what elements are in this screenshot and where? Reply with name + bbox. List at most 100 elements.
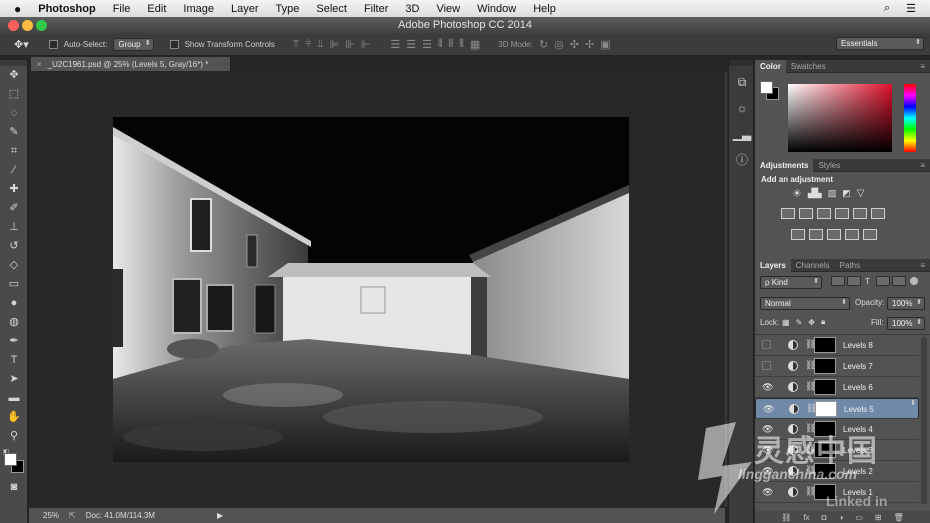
rectangle-tool-icon[interactable]: ▬	[0, 389, 28, 408]
layers-scrollbar[interactable]	[921, 337, 927, 504]
document-tab[interactable]: × _U2C1961.psd @ 25% (Levels 5, Gray/16*…	[31, 57, 231, 71]
filter-adjustment-icon[interactable]	[847, 276, 861, 286]
visibility-eye-icon[interactable]: 👁︎	[762, 446, 773, 455]
lock-pixels-icon[interactable]: ✎	[796, 318, 803, 327]
hue-saturation-icon[interactable]	[781, 208, 795, 219]
menu-filter[interactable]: Filter	[364, 3, 388, 15]
lock-position-icon[interactable]: ✥	[808, 318, 815, 327]
menu-file[interactable]: File	[113, 3, 131, 15]
quick-mask-icon[interactable]: ◙	[0, 478, 28, 497]
distribute-top-icon[interactable]: ☰	[390, 38, 400, 51]
layer-row[interactable]: 👁︎ ⛓ Levels 5	[755, 398, 919, 419]
eyedropper-tool-icon[interactable]: ⁄	[0, 161, 28, 180]
layer-mask-thumbnail[interactable]	[814, 484, 836, 500]
layer-row[interactable]: 👁︎ ⛓ Levels 1	[755, 482, 919, 503]
layer-name[interactable]: Levels 7	[843, 362, 873, 371]
fill-field[interactable]: 100%	[887, 317, 925, 330]
brightness-contrast-icon[interactable]: ☀	[792, 187, 802, 200]
crop-tool-icon[interactable]: ⌗	[0, 142, 28, 161]
3d-scale-icon[interactable]: ▣	[600, 38, 610, 51]
foreground-color-swatch[interactable]	[4, 453, 17, 466]
eraser-tool-icon[interactable]: ◇	[0, 256, 28, 275]
show-transform-checkbox[interactable]	[169, 40, 179, 49]
color-fg-swatch[interactable]	[760, 81, 773, 94]
lock-all-icon[interactable]: 🔒︎	[821, 317, 825, 327]
visibility-eye-icon[interactable]: 👁︎	[763, 405, 774, 414]
filter-shape-icon[interactable]	[875, 276, 890, 286]
move-tool-preset-icon[interactable]: ✥▾	[14, 38, 29, 51]
exposure-icon[interactable]: ◩	[842, 188, 851, 199]
layer-mask-thumbnail[interactable]	[815, 401, 837, 417]
marquee-tool-icon[interactable]: ⬚	[0, 85, 28, 104]
layer-name[interactable]: Levels 8	[843, 341, 873, 350]
new-adjustment-icon[interactable]: ◑	[838, 513, 843, 522]
menu-photoshop[interactable]: Photoshop	[38, 3, 95, 15]
layer-mask-thumbnail[interactable]	[814, 463, 836, 479]
menu-select[interactable]: Select	[316, 3, 347, 15]
add-mask-icon[interactable]: ◘	[822, 513, 827, 522]
distribute-hcenter-icon[interactable]: ⫴	[449, 38, 454, 51]
menu-edit[interactable]: Edit	[147, 3, 166, 15]
layer-mask-thumbnail[interactable]	[814, 421, 836, 437]
distribute-vcenter-icon[interactable]: ☰	[406, 38, 416, 51]
new-group-icon[interactable]: ▭	[855, 513, 863, 522]
history-brush-tool-icon[interactable]: ↺	[0, 237, 28, 256]
history-panel-icon[interactable]: ⧉	[729, 72, 755, 92]
filter-toggle-icon[interactable]	[909, 277, 918, 285]
auto-align-icon[interactable]: ▦	[470, 38, 480, 51]
visibility-eye-icon[interactable]: 👁︎	[762, 425, 773, 434]
dodge-tool-icon[interactable]: ◍	[0, 313, 28, 332]
layer-name[interactable]: Levels 2	[843, 467, 873, 476]
notification-center-icon[interactable]: ☰	[906, 2, 916, 15]
layer-kind-filter[interactable]: ρ Kind	[760, 276, 822, 289]
opacity-field[interactable]: 100%	[887, 297, 925, 310]
link-layers-icon[interactable]: ⛓	[781, 513, 791, 522]
invert-icon[interactable]	[791, 229, 805, 240]
hue-slider[interactable]	[904, 84, 916, 152]
align-hcenter-icon[interactable]: ⊪	[345, 38, 355, 51]
visibility-eye-icon[interactable]: 👁︎	[762, 488, 773, 497]
zoom-tool-icon[interactable]: ⚲	[0, 427, 28, 446]
zoom-level[interactable]: 25%	[43, 511, 59, 520]
3d-slide-icon[interactable]: ✢	[585, 38, 594, 51]
visibility-toggle-empty[interactable]	[762, 340, 771, 349]
layer-name[interactable]: Levels 1	[843, 488, 873, 497]
layer-name[interactable]: Levels 5	[844, 405, 874, 414]
adjustments-panel-menu-icon[interactable]: ≡	[920, 161, 925, 170]
layer-mask-thumbnail[interactable]	[814, 337, 836, 353]
3d-pan-icon[interactable]: ✣	[570, 38, 579, 51]
workspace-dropdown[interactable]: Essentials	[836, 37, 924, 50]
export-icon[interactable]: ⇱	[69, 511, 76, 520]
lasso-tool-icon[interactable]: ◌	[0, 104, 28, 123]
spotlight-search-icon[interactable]: ⌕	[884, 2, 890, 15]
layer-row[interactable]: 👁︎ ⛓ Levels 3	[755, 440, 919, 461]
filter-smart-object-icon[interactable]	[891, 276, 906, 286]
layer-style-icon[interactable]: fx	[803, 513, 809, 522]
healing-brush-tool-icon[interactable]: ✚	[0, 180, 28, 199]
photo-filter-icon[interactable]	[835, 208, 849, 219]
auto-select-dropdown[interactable]: Group	[113, 38, 154, 51]
vibrance-icon[interactable]: ▽	[857, 188, 865, 199]
align-vcenter-icon[interactable]: ⫩	[305, 38, 311, 51]
move-tool-icon[interactable]: ✥	[0, 66, 28, 85]
properties-panel-icon[interactable]: ☼	[729, 98, 755, 118]
filter-pixel-icon[interactable]	[831, 276, 845, 286]
layer-row[interactable]: 👁︎ ⛓ Levels 4	[755, 419, 919, 440]
layer-name[interactable]: Levels 6	[843, 383, 873, 392]
selective-color-icon[interactable]	[863, 229, 877, 240]
visibility-toggle-empty[interactable]	[762, 361, 771, 370]
color-balance-icon[interactable]	[799, 208, 813, 219]
blend-mode-dropdown[interactable]: Normal	[760, 297, 850, 310]
type-tool-icon[interactable]: T	[0, 351, 28, 370]
layer-name[interactable]: Levels 4	[843, 425, 873, 434]
distribute-left-icon[interactable]: ⫴	[438, 38, 443, 51]
new-layer-icon[interactable]: ⊞	[875, 513, 882, 522]
distribute-bottom-icon[interactable]: ☰	[422, 38, 432, 51]
layer-row[interactable]: ⛓ Levels 7	[755, 356, 919, 377]
brush-tool-icon[interactable]: ✐	[0, 199, 28, 218]
tab-swatches[interactable]: Swatches	[786, 60, 831, 73]
menu-type[interactable]: Type	[276, 3, 300, 15]
layer-mask-thumbnail[interactable]	[814, 358, 836, 374]
tab-adjustments[interactable]: Adjustments	[755, 158, 814, 172]
posterize-icon[interactable]	[809, 229, 823, 240]
